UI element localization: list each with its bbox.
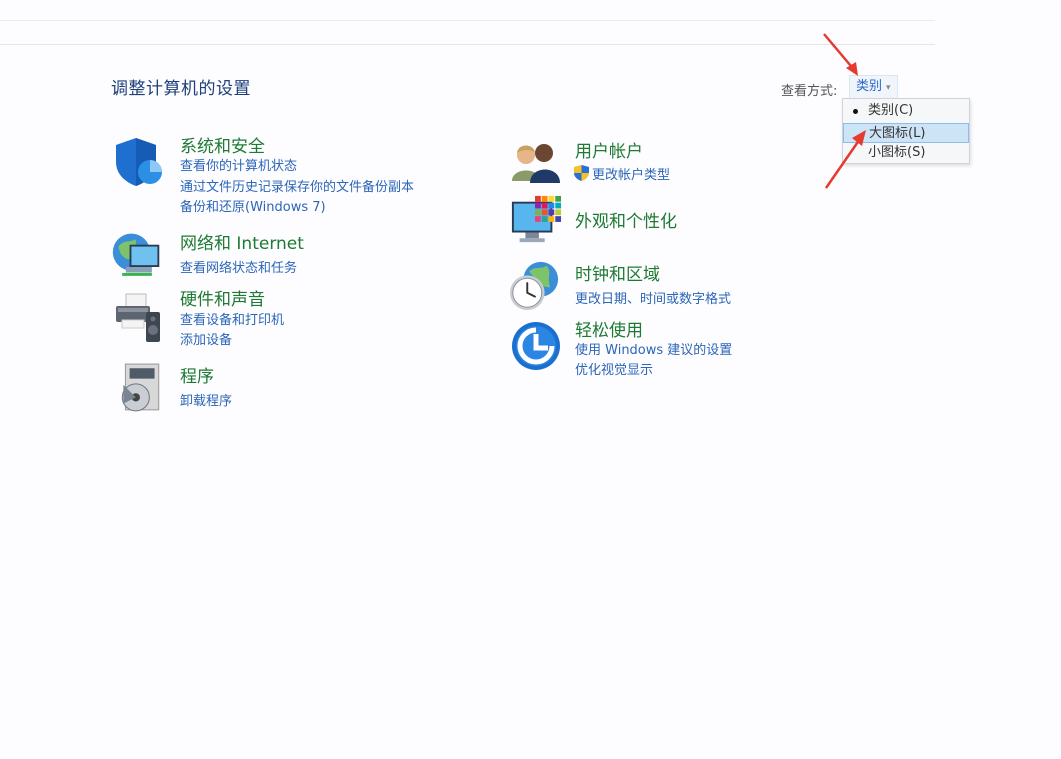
- menu-item-label: 大图标(L): [869, 126, 926, 141]
- address-bar-area: [0, 0, 935, 45]
- page-title: 调整计算机的设置: [111, 79, 251, 99]
- clock-globe-icon[interactable]: [508, 260, 560, 312]
- link-windows-suggested-settings[interactable]: 使用 Windows 建议的设置: [575, 339, 732, 358]
- view-by-value: 类别: [856, 79, 883, 94]
- menu-item-category[interactable]: 类别(C): [843, 101, 969, 121]
- link-file-history[interactable]: 通过文件历史记录保存你的文件备份副本: [180, 176, 414, 195]
- caret-down-icon: ▾: [886, 83, 891, 93]
- network-globe-icon[interactable]: [111, 228, 163, 280]
- category-hardware-sound[interactable]: 硬件和声音: [180, 285, 265, 310]
- category-user-accounts[interactable]: 用户帐户: [575, 137, 643, 162]
- category-programs[interactable]: 程序: [180, 362, 214, 387]
- link-devices-printers[interactable]: 查看设备和打印机: [180, 309, 284, 328]
- category-appearance-personalization[interactable]: 外观和个性化: [575, 207, 677, 232]
- annotation-arrow-up-icon: [824, 130, 866, 189]
- category-clock-region[interactable]: 时钟和区域: [575, 260, 660, 285]
- link-network-status[interactable]: 查看网络状态和任务: [180, 257, 297, 276]
- uac-shield-icon: [574, 165, 589, 181]
- category-network-internet[interactable]: 网络和 Internet: [180, 229, 304, 254]
- link-change-account-type[interactable]: 更改帐户类型: [592, 164, 670, 183]
- programs-disc-icon[interactable]: [114, 362, 166, 414]
- users-icon[interactable]: [510, 136, 562, 188]
- shield-icon[interactable]: [112, 136, 164, 188]
- category-system-security[interactable]: 系统和安全: [180, 132, 265, 157]
- radio-bullet-icon: [853, 109, 858, 114]
- menu-item-label: 小图标(S): [868, 145, 926, 160]
- toolbar-divider: [0, 20, 935, 21]
- ease-of-access-icon[interactable]: [510, 320, 562, 372]
- printer-icon[interactable]: [112, 292, 164, 344]
- menu-item-label: 类别(C): [868, 103, 914, 118]
- annotation-arrow-down-icon: [823, 33, 858, 76]
- link-backup-restore[interactable]: 备份和还原(Windows 7): [180, 196, 326, 215]
- link-optimize-visual-display[interactable]: 优化视觉显示: [575, 359, 653, 378]
- link-add-device[interactable]: 添加设备: [180, 329, 232, 348]
- link-uninstall-program[interactable]: 卸载程序: [180, 390, 232, 409]
- link-change-date-time-format[interactable]: 更改日期、时间或数字格式: [575, 288, 731, 307]
- category-ease-of-access[interactable]: 轻松使用: [575, 316, 643, 341]
- link-view-computer-status[interactable]: 查看你的计算机状态: [180, 155, 297, 174]
- view-by-label: 查看方式:: [781, 84, 838, 99]
- monitor-palette-icon[interactable]: [510, 194, 562, 246]
